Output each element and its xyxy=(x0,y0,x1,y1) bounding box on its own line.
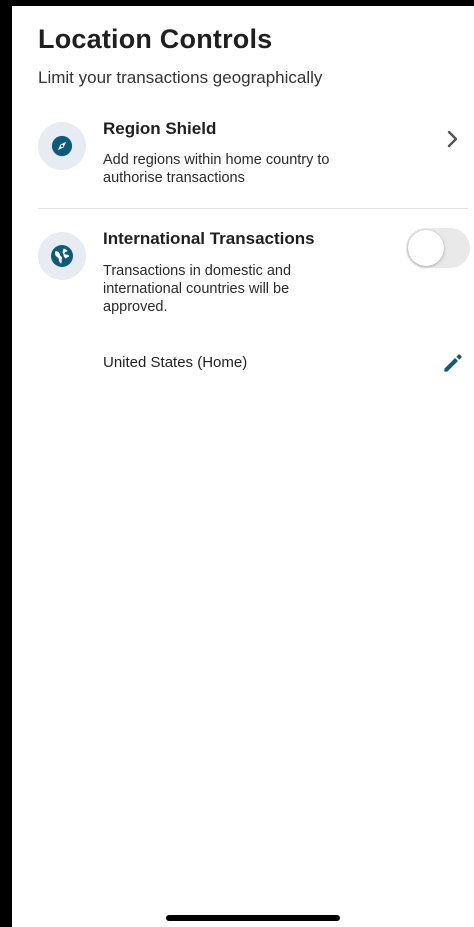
international-transactions-title: International Transactions xyxy=(103,229,315,248)
compass-icon xyxy=(51,135,73,157)
region-shield-title: Region Shield xyxy=(103,119,217,138)
page-subtitle: Limit your transactions geographically xyxy=(38,68,323,87)
international-transactions-toggle[interactable] xyxy=(406,228,470,268)
location-controls-screen: Location Controls Limit your transaction… xyxy=(12,6,474,927)
international-icon-badge xyxy=(38,232,86,280)
chevron-right-icon[interactable] xyxy=(440,127,464,151)
region-shield-row[interactable]: Region Shield Add regions within home co… xyxy=(12,114,474,206)
region-shield-description: Add regions within home country to autho… xyxy=(103,152,330,186)
page-title: Location Controls xyxy=(38,24,273,54)
pencil-icon[interactable] xyxy=(440,350,466,376)
toggle-knob xyxy=(408,230,444,266)
home-country-label: United States (Home) xyxy=(103,354,248,371)
home-indicator[interactable] xyxy=(166,915,340,921)
region-shield-icon-badge xyxy=(38,122,86,170)
home-country-row: United States (Home) xyxy=(12,350,474,380)
international-transactions-description: Transactions in domestic and internation… xyxy=(103,263,292,315)
globe-icon xyxy=(51,245,73,267)
international-transactions-row: International Transactions Transactions … xyxy=(12,224,474,334)
section-divider xyxy=(38,208,468,209)
